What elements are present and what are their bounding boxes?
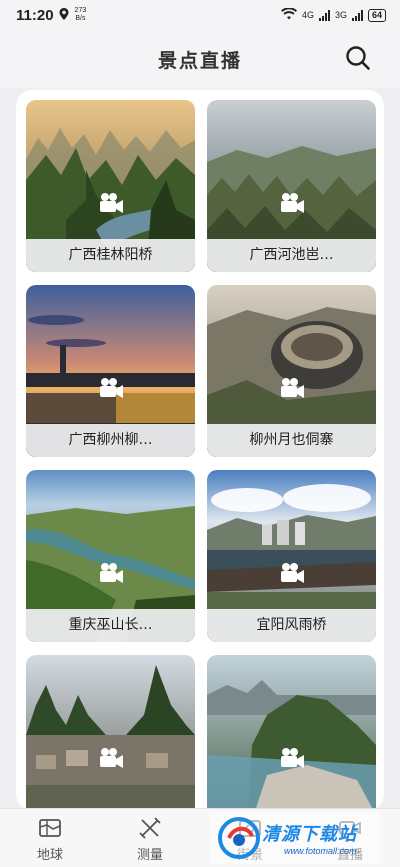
video-camera-icon — [98, 562, 124, 584]
status-indicators: 4G 3G 64 — [280, 6, 386, 23]
scenic-card[interactable] — [207, 655, 376, 810]
video-camera-icon — [98, 747, 124, 769]
video-camera-icon — [279, 747, 305, 769]
video-camera-icon — [98, 377, 124, 399]
search-icon[interactable] — [344, 44, 372, 72]
map-icon — [37, 815, 63, 841]
location-icon — [59, 7, 69, 23]
network-speed: 273 B/s — [75, 7, 87, 23]
scenic-card-title: 广西柳州柳… — [26, 424, 195, 457]
battery-icon: 64 — [367, 8, 386, 22]
scenic-list-panel: 广西桂林阳桥 广西河池岜… 广西柳州柳… 柳州月也侗寨 重庆巫山长… 宜阳风雨桥 — [16, 90, 384, 810]
signal-icon — [318, 9, 330, 21]
nav-item-earth[interactable]: 地球 — [0, 809, 100, 867]
status-bar: 11:20 273 B/s 4G 3G 64 — [0, 0, 400, 30]
nav-label: 测量 — [136, 848, 163, 863]
page-title: 景点直播 — [157, 49, 242, 72]
scenic-card[interactable]: 柳州月也侗寨 — [207, 285, 376, 457]
scenic-card[interactable]: 宜阳风雨桥 — [207, 470, 376, 642]
scenic-card-title: 广西桂林阳桥 — [26, 239, 195, 272]
scenic-card-title: 柳州月也侗寨 — [207, 424, 376, 457]
signal-icon-2 — [351, 9, 363, 21]
nav-item-measure[interactable]: 测量 — [100, 809, 200, 867]
video-camera-icon — [279, 192, 305, 214]
header: 景点直播 — [0, 30, 400, 88]
network-4g-label: 4G — [301, 10, 314, 20]
speed-value: 273 — [74, 7, 87, 14]
scenic-card[interactable]: 重庆巫山长… — [26, 470, 195, 642]
watermark-logo — [214, 816, 264, 860]
scenic-card[interactable]: 广西柳州柳… — [26, 285, 195, 457]
scenic-card[interactable]: 广西河池岜… — [207, 100, 376, 272]
scenic-card[interactable]: 广西桂林阳桥 — [26, 100, 195, 272]
ruler-pencil-icon — [137, 815, 163, 841]
video-camera-icon — [279, 377, 305, 399]
video-camera-icon — [98, 192, 124, 214]
scenic-card-title: 宜阳风雨桥 — [207, 609, 376, 642]
watermark-url: www.fotomall.com — [284, 846, 357, 856]
watermark: 清源下载站 www.fotomall.com — [210, 812, 380, 864]
scenic-card-title: 广西河池岜… — [207, 239, 376, 272]
scenic-thumbnail — [207, 655, 376, 810]
scenic-thumbnail — [26, 655, 195, 810]
wifi-icon — [280, 6, 297, 23]
speed-unit: B/s — [75, 15, 86, 22]
scenic-card-title: 重庆巫山长… — [26, 609, 195, 642]
network-3g-label: 3G — [334, 10, 347, 20]
status-time: 11:20 — [16, 6, 54, 24]
scenic-card[interactable] — [26, 655, 195, 810]
watermark-text: 清源下载站 — [262, 824, 357, 845]
video-camera-icon — [279, 562, 305, 584]
nav-label: 地球 — [36, 848, 63, 863]
